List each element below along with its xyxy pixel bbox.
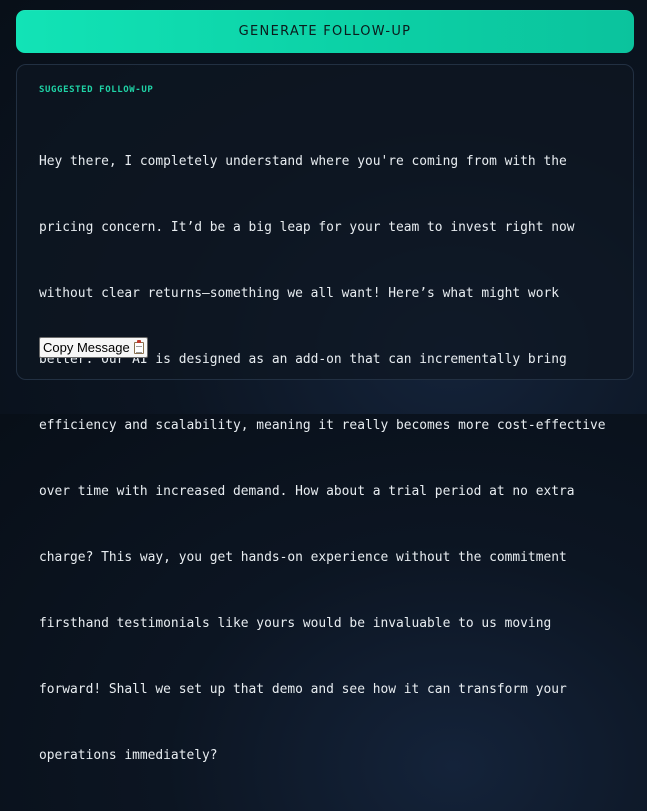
suggested-follow-up-card: SUGGESTED FOLLOW-UP Hey there, I complet… [16,64,634,763]
message-line: forward! Shall we set up that demo and s… [39,682,567,697]
message-line: operations immediately? [39,748,218,763]
message-line: without clear returns—something we all w… [39,286,559,301]
message-line: over time with increased demand. How abo… [39,484,575,499]
suggested-follow-up-label: SUGGESTED FOLLOW-UP [39,85,154,95]
message-line: Hey there, I completely understand where… [39,154,567,169]
message-line: charge? This way, you get hands-on exper… [39,550,567,565]
message-line: firsthand testimonials like yours would … [39,616,552,631]
generate-follow-up-button[interactable]: GENERATE FOLLOW-UP [16,10,634,53]
copy-message-button[interactable]: Copy Message [39,337,148,358]
follow-up-message: Hey there, I completely understand where… [39,107,623,811]
clipboard-icon [133,339,144,354]
generate-follow-up-label: GENERATE FOLLOW-UP [238,24,412,39]
message-line: pricing concern. It’d be a big leap for … [39,220,575,235]
copy-message-label: Copy Message [43,340,130,355]
message-line: efficiency and scalability, meaning it r… [39,418,606,433]
